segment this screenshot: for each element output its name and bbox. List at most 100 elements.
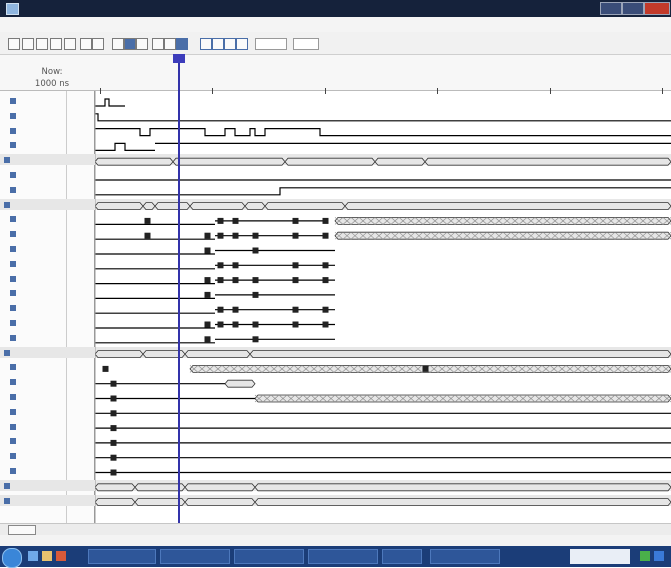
bus-segment — [334, 231, 671, 240]
start-button[interactable] — [2, 548, 22, 568]
signal-name[interactable] — [10, 171, 18, 179]
expand-icon[interactable] — [152, 38, 164, 50]
zoom-in-icon[interactable] — [80, 38, 92, 50]
stop-icon[interactable] — [236, 38, 248, 50]
scrollbar-thumb[interactable] — [8, 525, 36, 535]
close-button[interactable] — [644, 2, 670, 15]
signal-name[interactable] — [4, 482, 12, 490]
signal-name[interactable] — [10, 423, 18, 431]
taskbar-item[interactable] — [430, 549, 500, 564]
value-marker — [110, 425, 117, 432]
new-icon[interactable] — [8, 38, 20, 50]
signal-name[interactable] — [4, 201, 12, 209]
signal-name[interactable] — [10, 334, 18, 342]
signal-name[interactable] — [10, 230, 18, 238]
signal-name[interactable] — [4, 156, 12, 164]
signal-name[interactable] — [10, 112, 18, 120]
signal-name[interactable] — [10, 186, 18, 194]
waveform-pane[interactable] — [95, 91, 671, 523]
signal-icon — [10, 453, 16, 460]
save-icon[interactable] — [22, 38, 34, 50]
step-icon[interactable] — [212, 38, 224, 50]
signal-name[interactable] — [10, 141, 18, 149]
signal-name[interactable] — [10, 97, 18, 105]
value-marker — [322, 217, 329, 224]
signal-name[interactable] — [10, 393, 18, 401]
tray-volume-icon[interactable] — [654, 551, 664, 561]
signal-name[interactable] — [10, 363, 18, 371]
bus-segment — [154, 202, 191, 210]
scroll-left-arrow-icon[interactable] — [64, 526, 72, 532]
time-step-input[interactable] — [255, 38, 287, 50]
signal-name[interactable] — [10, 127, 18, 135]
signal-name[interactable] — [10, 378, 18, 386]
signal-name[interactable] — [10, 452, 18, 460]
signal-name[interactable] — [10, 275, 18, 283]
signal-name[interactable] — [10, 319, 18, 327]
taskbar-item[interactable] — [160, 549, 230, 564]
signal-icon — [10, 334, 16, 341]
now-label: Now: — [41, 67, 63, 77]
taskbar-item[interactable] — [308, 549, 378, 564]
paste-icon[interactable] — [64, 38, 76, 50]
quicklaunch-media-icon[interactable] — [56, 551, 66, 561]
value-marker — [322, 306, 329, 313]
title-bar — [0, 0, 671, 17]
quicklaunch-ie-icon[interactable] — [28, 551, 38, 561]
taskbar-item[interactable] — [382, 549, 422, 564]
close-icon[interactable] — [176, 38, 188, 50]
pause-icon[interactable] — [224, 38, 236, 50]
copy-icon[interactable] — [50, 38, 62, 50]
value-marker — [322, 232, 329, 239]
taskbar-item[interactable] — [88, 549, 156, 564]
value-marker — [204, 321, 211, 328]
signal-name[interactable] — [10, 304, 18, 312]
signal-name[interactable] — [4, 349, 12, 357]
find-icon[interactable] — [112, 38, 124, 50]
cut-icon[interactable] — [36, 38, 48, 50]
bus-segment — [172, 157, 286, 166]
value-marker — [204, 336, 211, 343]
value-marker — [204, 247, 211, 254]
marker-icon[interactable] — [124, 38, 136, 50]
quicklaunch-folder-icon[interactable] — [42, 551, 52, 561]
bus-segment — [95, 157, 174, 166]
value-marker — [232, 217, 239, 224]
signal-name[interactable] — [10, 289, 18, 297]
cursor-marker[interactable] — [173, 54, 185, 63]
bus-segment — [284, 157, 376, 166]
value-marker — [232, 232, 239, 239]
value-marker — [252, 291, 259, 298]
bus-segment — [244, 202, 266, 210]
collapse-icon[interactable] — [164, 38, 176, 50]
arrow-icon[interactable] — [136, 38, 148, 50]
value-marker — [204, 232, 211, 239]
signal-name[interactable] — [10, 408, 18, 416]
bus-segment — [184, 350, 251, 359]
value-marker — [217, 217, 224, 224]
time-ruler — [0, 55, 671, 91]
value-marker — [252, 247, 259, 254]
bus-segment — [95, 483, 136, 492]
signal-name[interactable] — [10, 437, 18, 445]
time-cursor[interactable] — [178, 55, 180, 523]
tray-network-icon[interactable] — [640, 551, 650, 561]
signal-name[interactable] — [10, 467, 18, 475]
signal-name[interactable] — [10, 260, 18, 268]
time-unit-select[interactable] — [293, 38, 319, 50]
signal-name[interactable] — [10, 215, 18, 223]
signal-icon — [10, 216, 16, 223]
zoom-out-icon[interactable] — [92, 38, 104, 50]
signal-icon — [10, 112, 16, 119]
value-marker — [322, 262, 329, 269]
signal-icon — [10, 438, 16, 445]
minimize-button[interactable] — [600, 2, 622, 15]
run-icon[interactable] — [200, 38, 212, 50]
signal-icon — [10, 320, 16, 326]
value-marker — [144, 217, 151, 224]
maximize-button[interactable] — [622, 2, 644, 15]
status-bar — [0, 535, 671, 546]
taskbar-item[interactable] — [234, 549, 304, 564]
signal-name[interactable] — [4, 497, 12, 505]
signal-name[interactable] — [10, 245, 18, 253]
